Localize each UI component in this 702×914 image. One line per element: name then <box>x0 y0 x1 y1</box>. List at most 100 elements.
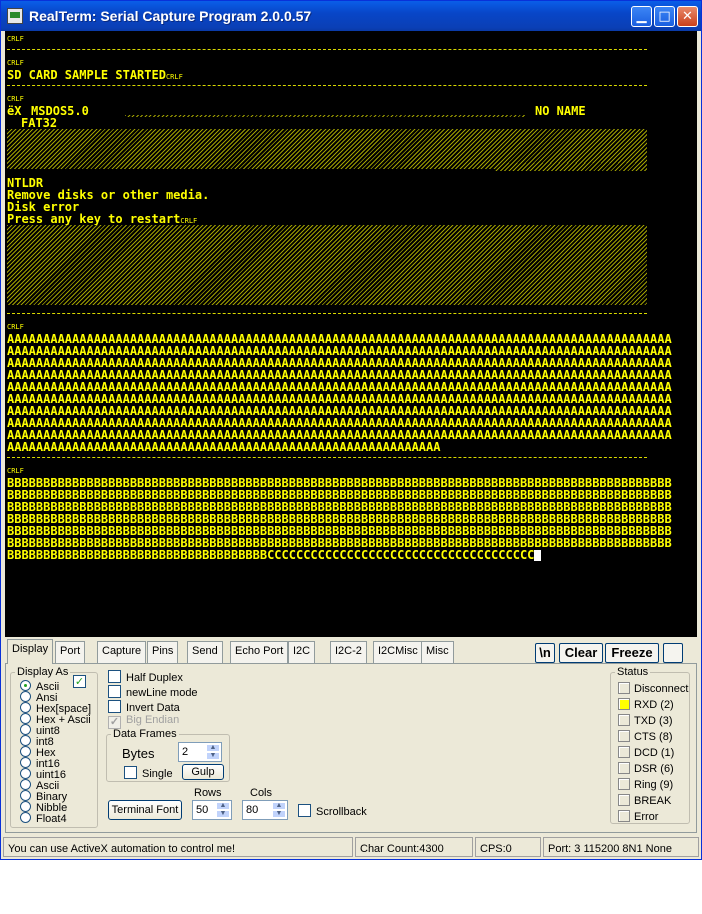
tab-i2cmisc[interactable]: I2CMisc <box>373 641 423 663</box>
radio-icon[interactable] <box>20 713 31 724</box>
gulp-button[interactable]: Gulp <box>182 764 224 780</box>
separator <box>7 457 647 458</box>
data-frames-label: Data Frames <box>113 728 177 740</box>
close-button[interactable]: ✕ <box>677 6 698 27</box>
tab-echo-port[interactable]: Echo Port <box>230 641 289 663</box>
status-indicator: DSR (6) <box>618 762 674 775</box>
radio-icon[interactable] <box>20 746 31 757</box>
spin-down-icon[interactable]: ▼ <box>216 810 230 818</box>
binary-garbage <box>125 115 525 117</box>
maximize-button[interactable]: □ <box>654 6 675 27</box>
crlf-marker: CRLF <box>7 35 24 43</box>
tab-display[interactable]: Display <box>7 639 54 664</box>
terminal-line-press-key: Press any key to restartCRLF <box>7 212 198 226</box>
extra-button[interactable] <box>663 643 683 663</box>
clear-button[interactable]: Clear <box>559 643 603 663</box>
cps-readout: CPS:0 <box>475 837 541 857</box>
terminal-line-a: AAAAAAAAAAAAAAAAAAAAAAAAAAAAAAAAAAAAAAAA… <box>7 440 441 454</box>
terminal-line-volume-label: NO NAME <box>535 104 586 118</box>
radio-icon[interactable] <box>20 735 31 746</box>
status-label: Status <box>617 666 649 678</box>
control-panel: Display Port Capture Pins Send Echo Port… <box>5 637 697 833</box>
terminal-font-button[interactable]: Terminal Font <box>108 800 182 820</box>
rows-spinner[interactable]: 50 ▲ ▼ <box>192 800 232 820</box>
spin-up-icon[interactable]: ▲ <box>216 802 230 810</box>
tab-strip: Display Port Capture Pins Send Echo Port… <box>5 639 697 664</box>
status-indicator: CTS (8) <box>618 730 673 743</box>
indicator-light-icon <box>618 730 630 742</box>
indicator-light-icon <box>618 762 630 774</box>
indicator-light-icon <box>618 682 630 694</box>
spin-up-icon[interactable]: ▲ <box>206 744 220 752</box>
char-count: Char Count:4300 <box>355 837 473 857</box>
terminal-line-started: SD CARD SAMPLE STARTEDCRLF <box>7 68 183 82</box>
status-bar: You can use ActiveX automation to contro… <box>1 835 701 859</box>
status-indicator: BREAK <box>618 794 671 807</box>
display-tab-panel: Display As Ascii Ansi Hex[space] Hex + Asci… <box>5 663 697 833</box>
radio-icon[interactable] <box>20 757 31 768</box>
cols-label: Cols <box>250 787 273 799</box>
separator <box>7 49 647 50</box>
status-indicator: Ring (9) <box>618 778 673 791</box>
status-indicator: RXD (2) <box>618 698 674 711</box>
app-icon[interactable] <box>7 8 23 24</box>
display-as-label: Display As <box>17 666 69 678</box>
bytes-spinner[interactable]: 2 ▲ ▼ <box>178 742 222 762</box>
radio-icon[interactable] <box>20 812 31 823</box>
indicator-light-icon <box>618 810 630 822</box>
terminal-output[interactable]: CRLF CRLF SD CARD SAMPLE STARTEDCRLF CRL… <box>5 31 697 637</box>
spin-down-icon[interactable]: ▼ <box>206 752 220 760</box>
newline-mode-option[interactable]: newLine mode <box>108 685 198 699</box>
spin-up-icon[interactable]: ▲ <box>272 802 286 810</box>
radio-icon[interactable] <box>20 680 31 691</box>
status-indicator: Error <box>618 810 658 823</box>
title-bar[interactable]: RealTerm: Serial Capture Program 2.0.0.5… <box>1 1 701 31</box>
indicator-light-icon <box>618 698 630 710</box>
freeze-button[interactable]: Freeze <box>605 643 659 663</box>
radio-icon[interactable] <box>20 691 31 702</box>
rows-label: Rows <box>194 787 222 799</box>
invert-data-option[interactable]: Invert Data <box>108 700 180 714</box>
radio-icon[interactable] <box>20 779 31 790</box>
status-indicator: Disconnect <box>618 682 688 695</box>
binary-garbage <box>7 225 647 305</box>
radio-icon[interactable] <box>20 724 31 735</box>
single-option[interactable]: Single <box>124 766 173 780</box>
radio-icon[interactable] <box>20 790 31 801</box>
minimize-button[interactable]: ▁ <box>631 6 652 27</box>
window-title: RealTerm: Serial Capture Program 2.0.0.5… <box>29 8 312 24</box>
tab-capture[interactable]: Capture <box>97 641 147 663</box>
status-indicator: TXD (3) <box>618 714 673 727</box>
tab-port[interactable]: Port <box>55 641 86 663</box>
tab-send[interactable]: Send <box>187 641 223 663</box>
indicator-light-icon <box>618 794 630 806</box>
indicator-light-icon <box>618 714 630 726</box>
status-indicator: DCD (1) <box>618 746 674 759</box>
spin-down-icon[interactable]: ▼ <box>272 810 286 818</box>
big-endian-option: ✓ Big Endian <box>108 714 180 729</box>
tab-pins[interactable]: Pins <box>147 641 179 663</box>
cols-spinner[interactable]: 80 ▲ ▼ <box>242 800 288 820</box>
terminal-line-fs-type: FAT32 <box>21 116 58 130</box>
status-message: You can use ActiveX automation to contro… <box>3 837 353 857</box>
indicator-light-icon <box>618 778 630 790</box>
tab-i2c-2[interactable]: I2C-2 <box>330 641 367 663</box>
tab-i2c[interactable]: I2C <box>288 641 316 663</box>
tab-misc[interactable]: Misc <box>421 641 454 663</box>
display-as-option[interactable]: Float4 <box>20 812 67 825</box>
display-as-checkbox[interactable]: ✓ <box>73 675 86 688</box>
realterm-window: RealTerm: Serial Capture Program 2.0.0.5… <box>0 0 702 860</box>
bytes-label: Bytes <box>122 746 155 761</box>
separator <box>7 313 647 314</box>
radio-icon[interactable] <box>20 702 31 713</box>
scrollback-option[interactable]: Scrollback <box>298 804 367 818</box>
radio-icon[interactable] <box>20 768 31 779</box>
terminal-line-b: BBBBBBBBBBBBBBBBBBBBBBBBBBBBBBBBBBBBCCCC… <box>7 549 542 561</box>
radio-icon[interactable] <box>20 801 31 812</box>
separator <box>7 85 647 86</box>
newline-button[interactable]: \n <box>535 643 555 663</box>
binary-garbage <box>495 163 647 171</box>
half-duplex-option[interactable]: Half Duplex <box>108 670 183 684</box>
port-readout: Port: 3 115200 8N1 None <box>543 837 699 857</box>
text-cursor <box>534 550 542 561</box>
